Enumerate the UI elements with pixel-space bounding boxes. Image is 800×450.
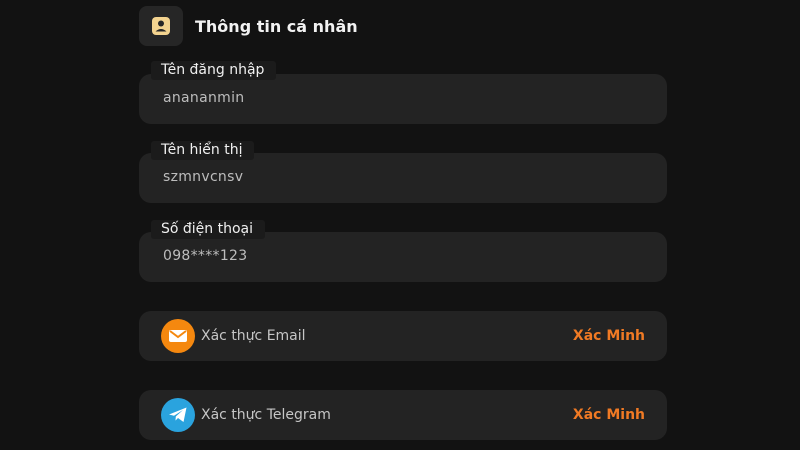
telegram-icon (161, 398, 195, 432)
phone-value: 098****123 (163, 248, 248, 264)
section-header: Thông tin cá nhân (139, 6, 358, 46)
email-verification-label: Xác thực Email (201, 328, 306, 344)
verify-email-button[interactable]: Xác Minh (573, 328, 645, 344)
section-title: Thông tin cá nhân (195, 16, 358, 36)
username-value: anananmin (163, 90, 245, 106)
phone-field[interactable]: 098****123 (139, 232, 667, 282)
email-verification-row: Xác thực Email Xác Minh (139, 311, 667, 361)
username-field[interactable]: anananmin (139, 74, 667, 124)
telegram-verification-row: Xác thực Telegram Xác Minh (139, 390, 667, 440)
username-label: Tên đăng nhập (151, 61, 277, 80)
profile-card-icon (139, 6, 183, 46)
verify-telegram-button[interactable]: Xác Minh (573, 407, 645, 423)
display-name-label: Tên hiển thị (151, 141, 255, 160)
email-icon (161, 319, 195, 353)
display-name-field[interactable]: szmnvcnsv (139, 153, 667, 203)
display-name-value: szmnvcnsv (163, 169, 244, 185)
phone-label: Số điện thoại (151, 220, 266, 239)
profile-page: Thông tin cá nhân anananmin Tên đăng nhậ… (0, 0, 800, 450)
telegram-verification-label: Xác thực Telegram (201, 407, 331, 423)
